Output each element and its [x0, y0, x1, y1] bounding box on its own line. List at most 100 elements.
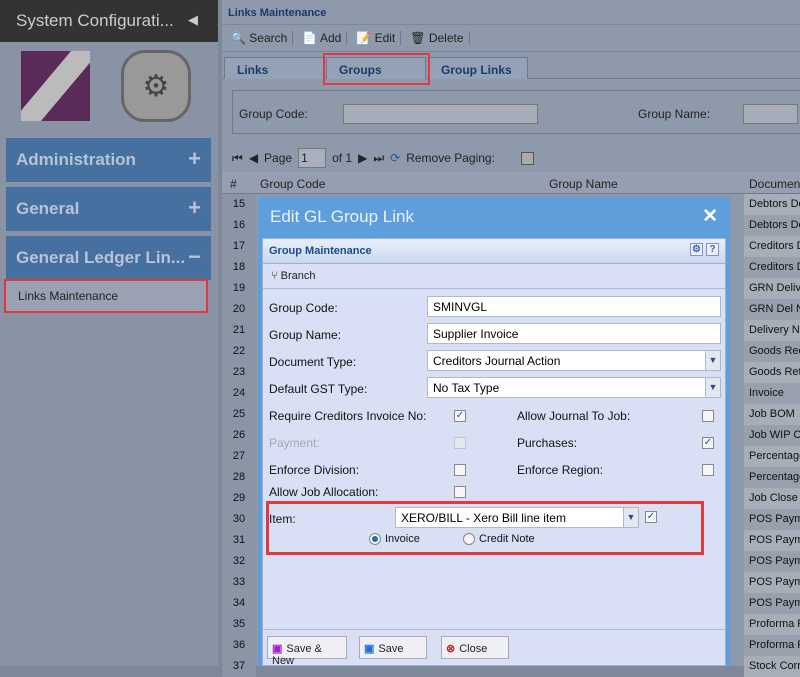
highlight-box: [323, 53, 430, 85]
row-number: 22: [222, 341, 256, 362]
row-document: Creditors D: [744, 236, 800, 257]
panel-header: Group Maintenance ⚙?: [263, 239, 725, 264]
row-document: POS Payme: [744, 593, 800, 614]
save-button[interactable]: ▣ Save: [359, 636, 427, 659]
row-number: 15: [222, 194, 256, 215]
close-circle-icon: ⊗: [446, 643, 456, 655]
group-name-filter-input[interactable]: [743, 104, 798, 124]
allow-journal-checkbox[interactable]: [702, 410, 714, 422]
save-icon: ▣: [272, 643, 283, 655]
group-code-input[interactable]: SMINVGL: [427, 296, 721, 317]
row-document: Proforma P: [744, 614, 800, 635]
first-page-icon[interactable]: ⏮: [232, 151, 243, 166]
allow-job-checkbox[interactable]: [454, 486, 466, 498]
save-label: Save: [378, 643, 404, 655]
row-number: 37: [222, 656, 256, 677]
document-type-value: Creditors Journal Action: [433, 354, 561, 368]
edit-button[interactable]: 📝 Edit: [351, 31, 402, 45]
group-code-filter-input[interactable]: [343, 104, 538, 124]
toolbar: 🔍 Search 📄 Add 📝 Edit 🗑 Delete: [222, 25, 800, 52]
purchases-label: Purchases:: [517, 436, 578, 450]
group-code-label: Group Code:: [269, 301, 338, 315]
row-number: 23: [222, 362, 256, 383]
help-icon[interactable]: ?: [706, 243, 719, 256]
item-checkbox[interactable]: ✓: [645, 511, 657, 523]
row-document: Job Close: [744, 488, 800, 509]
chevron-down-icon[interactable]: ▼: [705, 378, 720, 397]
gst-type-label: Default GST Type:: [269, 382, 368, 396]
settings-icon[interactable]: ⚙: [690, 243, 703, 256]
button-bar: ▣ Save & New ▣ Save ⊗ Close: [263, 629, 725, 667]
remove-paging-label: Remove Paging:: [406, 151, 495, 165]
grid-header: # Group Code Group Name Document: [222, 172, 800, 194]
save-new-button[interactable]: ▣ Save & New: [267, 636, 347, 667]
branch-label: Branch: [280, 270, 316, 282]
panel-title: Group Maintenance: [269, 245, 372, 257]
sidebar-section-administration[interactable]: Administration +: [6, 138, 211, 182]
last-page-icon[interactable]: ⏭: [373, 151, 384, 166]
search-button[interactable]: 🔍 Search: [226, 31, 294, 45]
credit-note-radio-label: Credit Note: [479, 533, 535, 545]
row-document: Goods Rec: [744, 341, 800, 362]
group-name-label: Group Name:: [269, 328, 342, 342]
gst-type-select[interactable]: No Tax Type ▼: [427, 377, 721, 398]
row-number: 21: [222, 320, 256, 341]
close-icon[interactable]: ✕: [702, 205, 718, 228]
panel-toolbar: ⑂ Branch: [263, 264, 725, 289]
page-title: Links Maintenance: [222, 0, 800, 25]
section-label: General: [16, 199, 80, 218]
sidebar-section-general-ledger-links[interactable]: General Ledger Lin... −: [6, 236, 211, 280]
document-type-select[interactable]: Creditors Journal Action ▼: [427, 350, 721, 371]
page-count: of 1: [332, 151, 353, 165]
allow-job-label: Allow Job Allocation:: [269, 485, 379, 499]
group-name-input[interactable]: Supplier Invoice: [427, 323, 721, 344]
row-document: Delivery N: [744, 320, 800, 341]
enforce-division-checkbox[interactable]: [454, 464, 466, 476]
page-input[interactable]: 1: [298, 148, 327, 168]
row-number: 24: [222, 383, 256, 404]
tab-group-links[interactable]: Group Links: [428, 57, 528, 79]
gst-type-value: No Tax Type: [433, 381, 500, 395]
chevron-down-icon[interactable]: ▼: [623, 508, 638, 527]
refresh-icon[interactable]: ⟳: [390, 151, 400, 165]
row-number: 25: [222, 404, 256, 425]
tab-bar: Links Groups Group Links: [222, 57, 800, 79]
require-invoice-checkbox[interactable]: ✓: [454, 410, 466, 422]
column-header-number[interactable]: #: [230, 177, 237, 191]
delete-button[interactable]: 🗑 Delete: [405, 31, 470, 45]
sidebar-header: System Configurati... ◀: [0, 0, 218, 42]
invoice-radio[interactable]: [369, 533, 381, 545]
branch-button[interactable]: ⑂ Branch: [271, 270, 316, 282]
sidebar-item-links-maintenance[interactable]: Links Maintenance: [4, 279, 208, 313]
company-logo: [21, 51, 90, 121]
prev-page-icon[interactable]: ◀: [249, 151, 258, 165]
remove-paging-checkbox[interactable]: [520, 151, 534, 165]
close-button[interactable]: ⊗ Close: [441, 636, 509, 659]
credit-note-radio[interactable]: [463, 533, 475, 545]
payment-checkbox: [454, 437, 466, 449]
search-label: Search: [249, 31, 288, 45]
row-number: 29: [222, 488, 256, 509]
chevron-down-icon[interactable]: ▼: [705, 351, 720, 370]
row-number: 18: [222, 257, 256, 278]
add-button[interactable]: 📄 Add: [297, 31, 348, 45]
item-select[interactable]: XERO/BILL - Xero Bill line item ▼: [395, 507, 639, 528]
column-header-group-name[interactable]: Group Name: [549, 177, 618, 191]
chevron-left-icon[interactable]: ◀: [188, 12, 198, 28]
column-header-document[interactable]: Document: [749, 177, 800, 191]
sidebar-section-general[interactable]: General +: [6, 187, 211, 231]
next-page-icon[interactable]: ▶: [358, 151, 367, 165]
pager: ⏮ ◀ Page 1 of 1 ▶ ⏭ ⟳ Remove Paging:: [222, 146, 800, 170]
row-document: Stock Corr: [744, 656, 800, 677]
tab-links[interactable]: Links: [224, 57, 324, 79]
enforce-region-checkbox[interactable]: [702, 464, 714, 476]
delete-label: Delete: [428, 31, 464, 45]
column-header-group-code[interactable]: Group Code: [260, 177, 325, 191]
group-name-filter-label: Group Name:: [638, 107, 711, 121]
row-document: Percentage: [744, 446, 800, 467]
row-number: 26: [222, 425, 256, 446]
purchases-checkbox[interactable]: ✓: [702, 437, 714, 449]
group-code-filter-label: Group Code:: [239, 107, 308, 121]
sidebar-title: System Configurati...: [16, 11, 174, 30]
minus-icon: −: [188, 244, 201, 269]
